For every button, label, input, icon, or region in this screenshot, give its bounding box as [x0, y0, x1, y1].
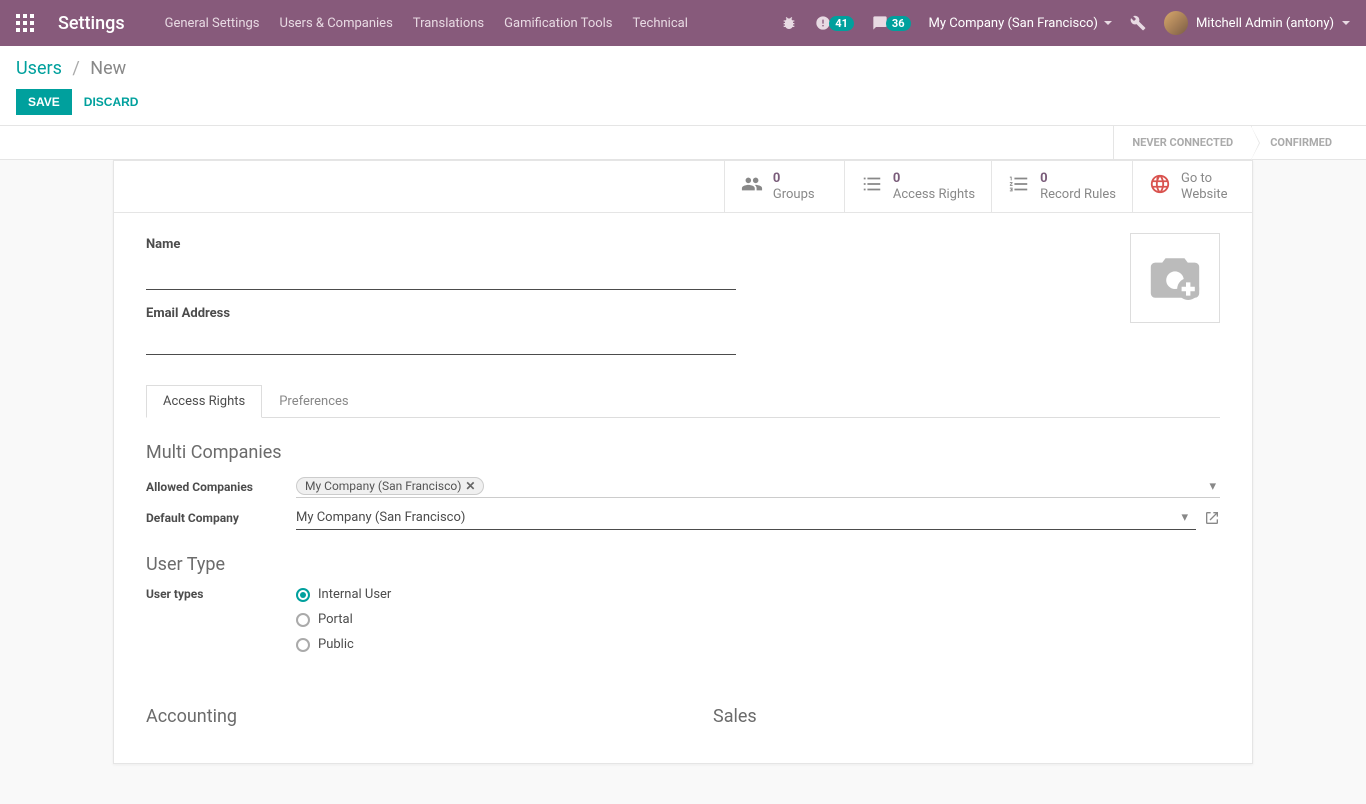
email-input[interactable]: [146, 325, 736, 355]
status-bar: NEVER CONNECTED CONFIRMED: [0, 126, 1366, 160]
globe-icon: [1149, 173, 1171, 200]
action-buttons: SAVE DISCARD: [16, 89, 1350, 125]
section-user-type-title: User Type: [146, 554, 1220, 575]
default-company-value: My Company (San Francisco): [296, 510, 1181, 525]
user-menu[interactable]: Mitchell Admin (antony): [1164, 11, 1350, 35]
stat-record-rules-button[interactable]: 0 Record Rules: [991, 161, 1132, 212]
stat-record-rules-value: 0: [1040, 171, 1116, 187]
section-multi-companies-title: Multi Companies: [146, 442, 1220, 463]
user-name: Mitchell Admin (antony): [1196, 16, 1334, 31]
external-link-icon[interactable]: [1204, 510, 1220, 526]
form-sheet: 0 Groups 0 Access Rights 0 R: [113, 160, 1253, 764]
tools-icon[interactable]: [1130, 15, 1146, 31]
radio-portal-label: Portal: [318, 612, 353, 627]
allowed-companies-label: Allowed Companies: [146, 480, 296, 494]
main-menu: General Settings Users & Companies Trans…: [165, 16, 688, 31]
image-upload[interactable]: [1130, 233, 1220, 323]
user-types-label: User types: [146, 587, 296, 601]
tab-access-rights[interactable]: Access Rights: [146, 385, 262, 418]
menu-general-settings[interactable]: General Settings: [165, 16, 260, 31]
radio-public-label: Public: [318, 637, 354, 652]
stat-access-rights-value: 0: [893, 171, 975, 187]
list-ol-icon: [1008, 173, 1030, 200]
stat-groups-button[interactable]: 0 Groups: [724, 161, 844, 212]
chevron-down-icon: [1342, 21, 1350, 25]
stat-access-rights-button[interactable]: 0 Access Rights: [844, 161, 991, 212]
allowed-companies-field[interactable]: My Company (San Francisco) ✕ ▾: [296, 475, 1220, 498]
breadcrumb: Users / New: [16, 58, 1350, 79]
menu-gamification-tools[interactable]: Gamification Tools: [504, 16, 612, 31]
company-name: My Company (San Francisco): [929, 16, 1098, 31]
chevron-down-icon: [1104, 21, 1112, 25]
menu-users-companies[interactable]: Users & Companies: [280, 16, 393, 31]
menu-technical[interactable]: Technical: [633, 16, 688, 31]
radio-icon: [296, 588, 310, 602]
users-icon: [741, 173, 763, 200]
stat-access-rights-label: Access Rights: [893, 187, 975, 203]
app-brand: Settings: [58, 13, 125, 34]
control-panel: Users / New SAVE DISCARD: [0, 46, 1366, 126]
user-types-radio-group: Internal User Portal Public: [296, 587, 1220, 652]
stat-groups-value: 0: [773, 171, 815, 187]
stat-record-rules-label: Record Rules: [1040, 187, 1116, 203]
tab-preferences[interactable]: Preferences: [262, 385, 365, 418]
section-sales-title: Sales: [713, 706, 1220, 727]
menu-translations[interactable]: Translations: [413, 16, 484, 31]
chevron-down-icon: ▾: [1209, 479, 1216, 494]
activities-badge: 41: [829, 16, 854, 31]
stat-website-button[interactable]: Go to Website: [1132, 161, 1252, 212]
breadcrumb-separator: /: [72, 58, 79, 79]
radio-portal[interactable]: Portal: [296, 612, 1220, 627]
save-button[interactable]: SAVE: [16, 89, 72, 115]
default-company-label: Default Company: [146, 511, 296, 525]
breadcrumb-current: New: [90, 58, 126, 79]
top-navbar: Settings General Settings Users & Compan…: [0, 0, 1366, 46]
radio-icon: [296, 638, 310, 652]
email-label: Email Address: [146, 306, 736, 321]
stat-website-label2: Website: [1181, 187, 1228, 203]
name-label: Name: [146, 237, 736, 252]
stat-groups-label: Groups: [773, 187, 815, 203]
radio-icon: [296, 613, 310, 627]
tag-remove-icon[interactable]: ✕: [465, 479, 475, 493]
apps-icon[interactable]: [16, 14, 34, 32]
breadcrumb-users[interactable]: Users: [16, 58, 62, 79]
tabs: Access Rights Preferences: [146, 385, 1220, 418]
section-accounting-title: Accounting: [146, 706, 653, 727]
radio-internal-label: Internal User: [318, 587, 391, 602]
default-company-field[interactable]: My Company (San Francisco) ▾: [296, 506, 1196, 530]
avatar: [1164, 11, 1188, 35]
stat-button-box: 0 Groups 0 Access Rights 0 R: [114, 161, 1252, 213]
list-icon: [861, 173, 883, 200]
company-switcher[interactable]: My Company (San Francisco): [929, 16, 1112, 31]
navbar-right: 41 36 My Company (San Francisco) Mitchel…: [781, 11, 1350, 35]
status-confirmed[interactable]: CONFIRMED: [1251, 126, 1350, 159]
company-tag[interactable]: My Company (San Francisco) ✕: [296, 477, 484, 495]
status-never-connected[interactable]: NEVER CONNECTED: [1113, 126, 1251, 159]
chevron-down-icon: ▾: [1181, 510, 1188, 525]
company-tag-text: My Company (San Francisco): [305, 479, 461, 493]
name-input[interactable]: [146, 256, 736, 290]
radio-internal-user[interactable]: Internal User: [296, 587, 1220, 602]
messages-icon[interactable]: 36: [872, 15, 911, 31]
stat-website-label1: Go to: [1181, 171, 1228, 187]
discard-button[interactable]: DISCARD: [84, 95, 139, 109]
radio-public[interactable]: Public: [296, 637, 1220, 652]
debug-icon[interactable]: [781, 15, 797, 31]
messages-badge: 36: [886, 16, 911, 31]
activities-icon[interactable]: 41: [815, 15, 854, 31]
